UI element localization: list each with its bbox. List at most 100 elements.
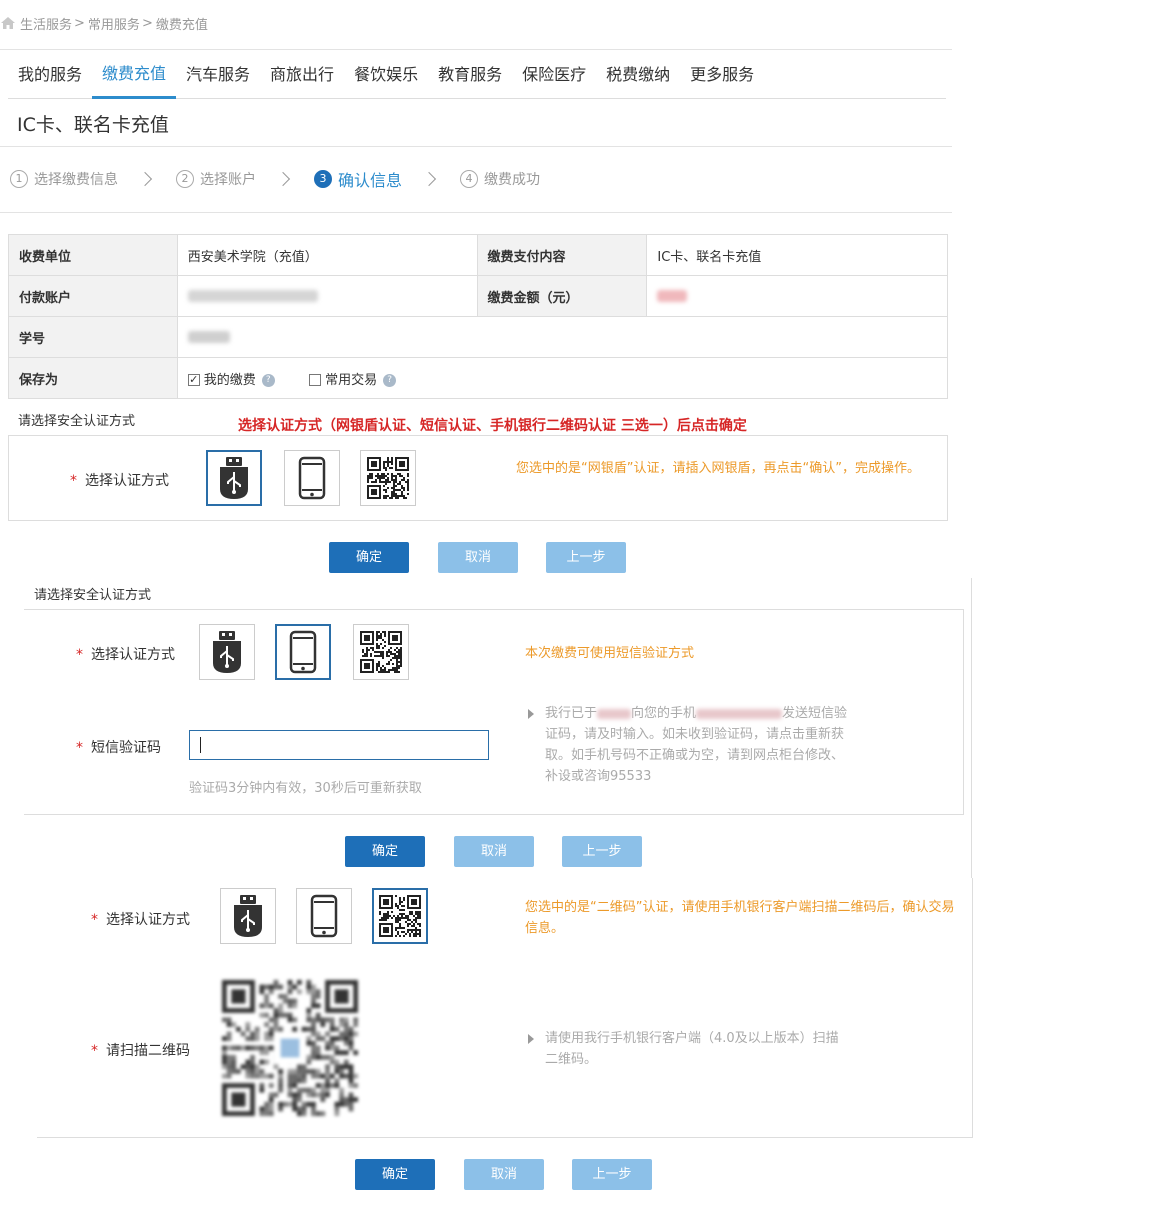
- sms-code-label: * 短信验证码: [76, 740, 161, 756]
- payee-label: 收费单位: [8, 234, 178, 276]
- usb-key-icon: [234, 895, 262, 937]
- sms-note: 我行已于 向您的手机 发送短信验证码，请及时输入。如未收到验证码，请点击重新获取。如…: [528, 703, 848, 787]
- page-title: IC卡、联名卡充值: [17, 114, 169, 136]
- breadcrumb-sep: >: [74, 15, 85, 31]
- tab-dining[interactable]: 餐饮娱乐: [344, 52, 428, 99]
- confirm-button[interactable]: 确定: [355, 1159, 435, 1190]
- breadcrumb-item-payment: 缴费充值: [155, 17, 208, 33]
- sms-code-hint: 验证码3分钟内有效，30秒后可重新获取: [189, 781, 422, 796]
- redacted-time: [597, 708, 632, 719]
- step-number: 3: [314, 170, 332, 188]
- tab-payment-recharge[interactable]: 缴费充值: [92, 52, 177, 99]
- divider: [0, 212, 952, 213]
- home-icon[interactable]: [0, 16, 16, 30]
- section-heading: 请选择安全认证方式: [18, 414, 136, 429]
- cancel-button[interactable]: 取消: [438, 542, 518, 573]
- breadcrumb-item-life[interactable]: 生活服务: [20, 14, 72, 33]
- chevron-right-icon: [275, 171, 291, 187]
- qr-code-option[interactable]: [372, 888, 428, 944]
- sms-phone-option[interactable]: [296, 888, 352, 944]
- sms-phone-option[interactable]: [275, 624, 331, 680]
- tab-auto-services[interactable]: 汽车服务: [176, 52, 260, 99]
- tab-insurance[interactable]: 保险医疗: [512, 52, 596, 99]
- step-label: 缴费成功: [484, 172, 541, 188]
- cancel-button[interactable]: 取消: [464, 1159, 544, 1190]
- step-number: 4: [460, 170, 479, 188]
- auth-method-label-text: 选择认证方式: [85, 473, 169, 489]
- payment-qr-code: [222, 980, 358, 1116]
- amount-value: [646, 275, 948, 317]
- confirm-button[interactable]: 确定: [345, 836, 425, 867]
- usb-key-option[interactable]: [220, 888, 276, 944]
- usb-key-option[interactable]: [206, 450, 262, 506]
- auth-tip-sms: 本次缴费可使用短信验证方式: [525, 646, 695, 661]
- sms-code-input[interactable]: [189, 730, 489, 760]
- caret-right-icon: [528, 1034, 534, 1044]
- tab-travel[interactable]: 商旅出行: [260, 52, 344, 99]
- main-nav: 我的服务 缴费充值 汽车服务 商旅出行 餐饮娱乐 教育服务 保险医疗 税费缴纳 …: [8, 52, 946, 99]
- previous-step-button[interactable]: 上一步: [572, 1159, 652, 1190]
- tab-my-services[interactable]: 我的服务: [8, 52, 92, 99]
- usb-key-option[interactable]: [199, 624, 255, 680]
- table-row: 学号: [8, 316, 949, 358]
- auth-method-label-text: 选择认证方式: [91, 647, 175, 663]
- checkbox-icon[interactable]: ✓: [187, 374, 200, 386]
- redacted-student-id: [187, 331, 230, 343]
- breadcrumb-item-common[interactable]: 常用服务: [88, 14, 140, 33]
- auth-method-label-text: 选择认证方式: [106, 912, 190, 928]
- step-1: 1 选择缴费信息: [10, 169, 118, 189]
- sms-note-part-b: 向您的手机: [631, 706, 697, 721]
- save-as-label: 保存为: [8, 357, 178, 399]
- amount-label: 缴费金额（元）: [476, 275, 648, 317]
- student-id-label: 学号: [8, 316, 178, 358]
- scan-note-text: 请使用我行手机银行客户端（4.0及以上版本）扫描二维码。: [545, 1031, 839, 1067]
- step-3: 3 确认信息: [314, 167, 402, 191]
- tab-education[interactable]: 教育服务: [428, 52, 512, 99]
- confirm-button[interactable]: 确定: [329, 542, 409, 573]
- divider: [0, 146, 952, 147]
- common-transaction-option[interactable]: 常用交易: [325, 373, 377, 388]
- divider: [0, 49, 952, 50]
- redacted-phone: [696, 708, 783, 719]
- previous-step-button[interactable]: 上一步: [562, 836, 642, 867]
- my-payment-option[interactable]: 我的缴费: [204, 373, 256, 388]
- qr-code-option[interactable]: [360, 450, 416, 506]
- scan-qr-label-text: 请扫描二维码: [106, 1043, 190, 1059]
- payment-info-table: 收费单位 西安美术学院（充值） 缴费支付内容 IC卡、联名卡充值 付款账户 缴费…: [8, 234, 949, 399]
- account-value: [176, 275, 478, 317]
- step-indicator: 1 选择缴费信息 2 选择账户 3 确认信息 4 缴费成功: [10, 166, 540, 192]
- content-value: IC卡、联名卡充值: [646, 234, 948, 276]
- instruction-text: 选择认证方式（网银盾认证、短信认证、手机银行二维码认证 三选一）后点击确定: [238, 418, 747, 434]
- scan-note: 请使用我行手机银行客户端（4.0及以上版本）扫描二维码。: [528, 1028, 848, 1070]
- step-label: 选择缴费信息: [34, 172, 118, 188]
- auth-method-label: * 选择认证方式: [76, 647, 175, 663]
- cancel-button[interactable]: 取消: [454, 836, 534, 867]
- divider: [37, 1137, 973, 1138]
- payee-value: 西安美术学院（充值）: [176, 234, 478, 276]
- table-row: 收费单位 西安美术学院（充值） 缴费支付内容 IC卡、联名卡充值: [8, 234, 948, 276]
- table-row: 保存为 ✓ 我的缴费? 常用交易?: [8, 357, 949, 399]
- previous-step-button[interactable]: 上一步: [546, 542, 626, 573]
- help-icon[interactable]: ?: [383, 373, 397, 387]
- sms-code-label-text: 短信验证码: [91, 740, 161, 756]
- text-cursor: [200, 737, 201, 753]
- sms-phone-option[interactable]: [284, 450, 340, 506]
- step-label: 确认信息: [338, 171, 403, 190]
- qr-code-option[interactable]: [353, 624, 409, 680]
- scan-qr-label: * 请扫描二维码: [91, 1043, 190, 1059]
- redacted-amount: [657, 290, 688, 302]
- student-id-value: [176, 316, 949, 358]
- qr-code-icon: [379, 895, 421, 937]
- step-number: 1: [10, 170, 28, 188]
- chevron-right-icon: [421, 171, 437, 187]
- breadcrumb-sep: >: [141, 15, 153, 31]
- redacted-account: [187, 290, 318, 302]
- content-label: 缴费支付内容: [476, 234, 648, 276]
- checkbox-icon[interactable]: [309, 374, 322, 386]
- phone-icon: [310, 894, 338, 938]
- tab-more[interactable]: 更多服务: [680, 52, 764, 99]
- help-icon[interactable]: ?: [261, 373, 275, 387]
- phone-icon: [298, 456, 326, 500]
- tab-tax[interactable]: 税费缴纳: [596, 52, 680, 99]
- auth-method-label: * 选择认证方式: [70, 473, 169, 489]
